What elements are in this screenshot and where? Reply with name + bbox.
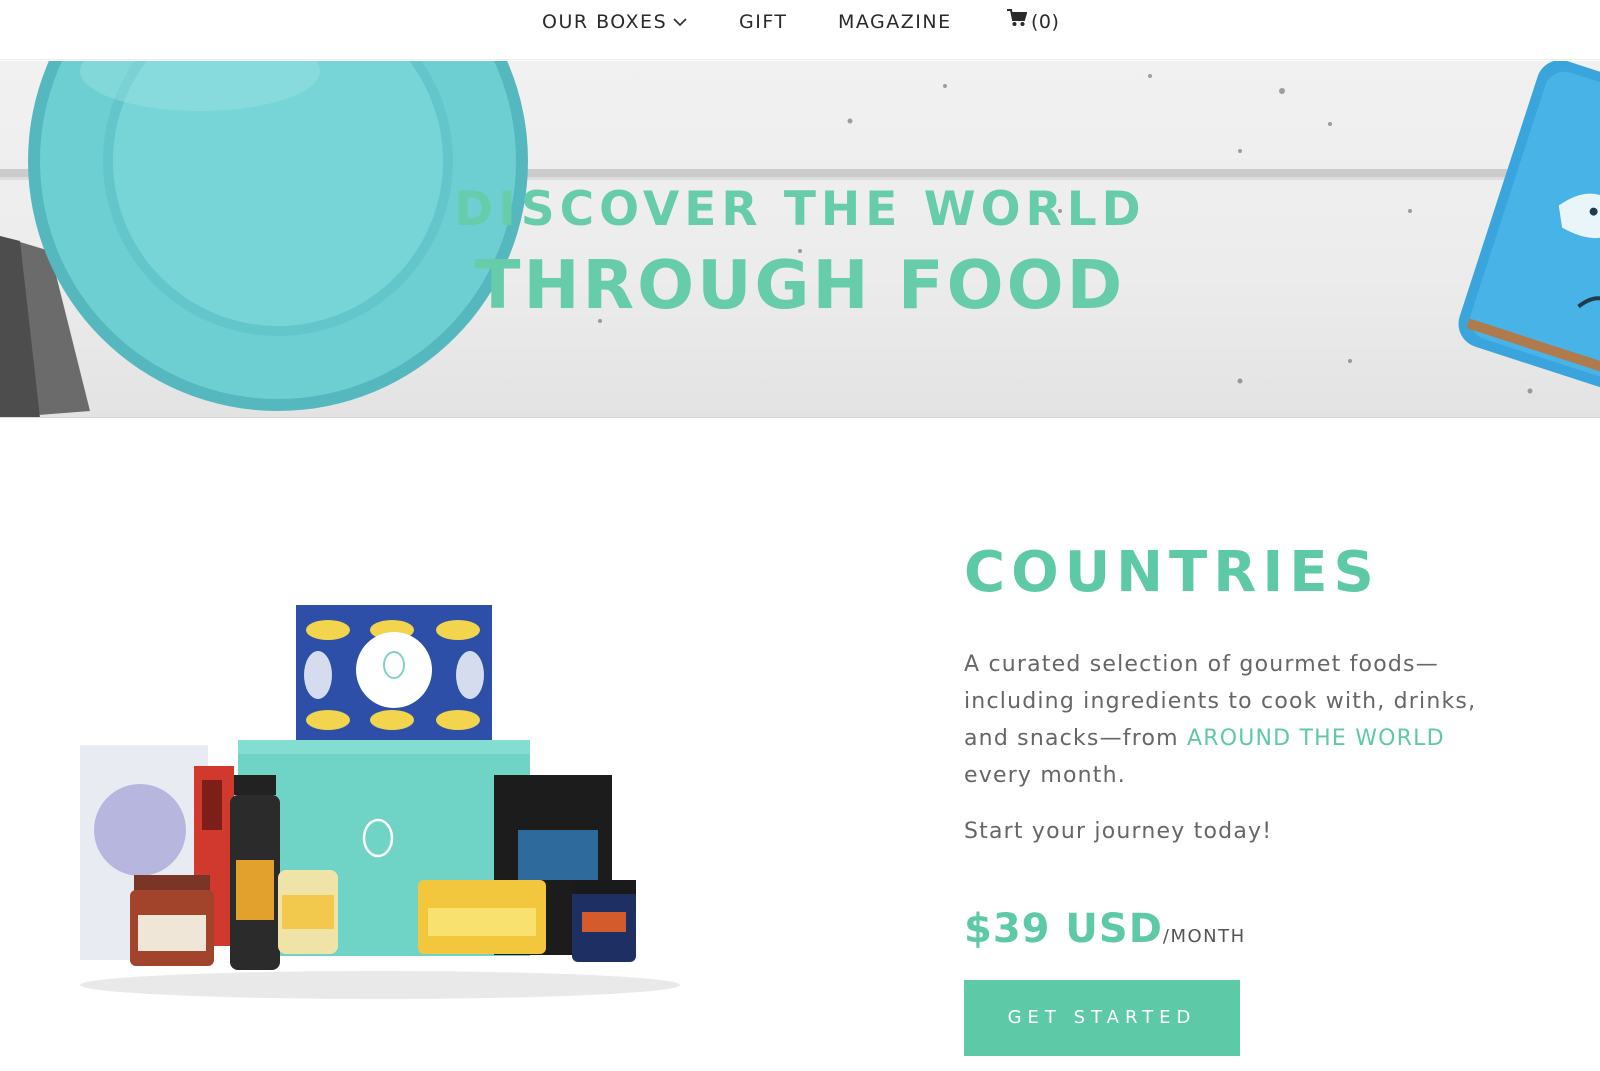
journey-tagline: Start your journey today! <box>964 819 1273 844</box>
description-text-end: every month. <box>964 763 1126 788</box>
hero-background-image <box>0 61 1600 417</box>
hero-heading-line1: DISCOVER THE WORLD <box>454 182 1146 237</box>
product-description: A curated selection of gourmet foods—inc… <box>964 646 1504 794</box>
nav-cart[interactable]: (0) <box>1007 8 1060 34</box>
hero-banner: DISCOVER THE WORLD THROUGH FOOD <box>0 61 1600 418</box>
product-box-image <box>60 530 680 1020</box>
top-nav: OUR BOXES GIFT MAGAZINE (0) <box>0 0 1600 60</box>
product-title: COUNTRIES <box>964 540 1380 605</box>
get-started-button[interactable]: GET STARTED <box>964 980 1240 1056</box>
nav-magazine[interactable]: MAGAZINE <box>838 10 952 34</box>
price: $39 USD/MONTH <box>964 904 1246 954</box>
price-period: /MONTH <box>1162 926 1246 947</box>
around-the-world-link[interactable]: AROUND THE WORLD <box>1187 726 1445 751</box>
nav-gift[interactable]: GIFT <box>739 10 788 34</box>
cart-icon <box>1007 8 1028 33</box>
cart-count: (0) <box>1031 11 1060 33</box>
nav-our-boxes[interactable]: OUR BOXES <box>542 10 687 34</box>
hero-heading-line2: THROUGH FOOD <box>474 246 1126 324</box>
price-amount: $39 USD <box>964 906 1163 952</box>
chevron-down-icon <box>673 9 687 33</box>
nav-our-boxes-label: OUR BOXES <box>542 11 668 33</box>
patterned-lid <box>296 605 492 750</box>
